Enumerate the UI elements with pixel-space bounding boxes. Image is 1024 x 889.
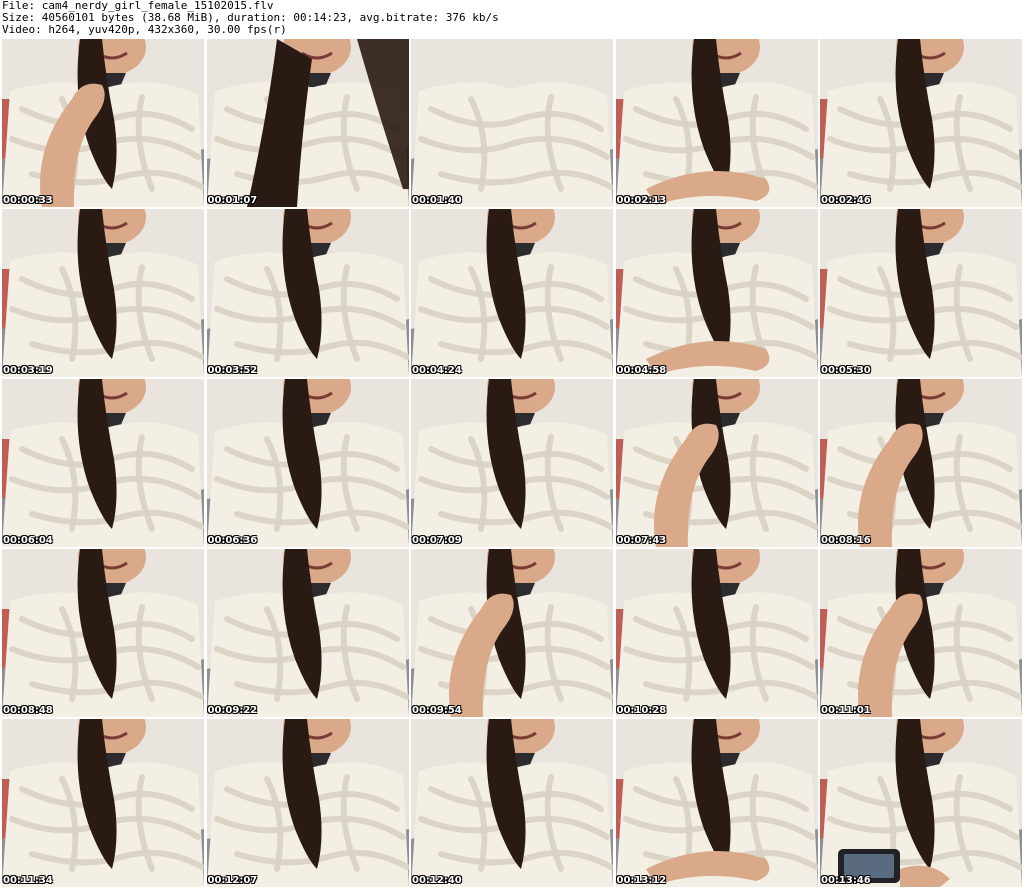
thumbnail-frame: 00:01:40 <box>411 39 613 207</box>
frame-image <box>615 39 818 207</box>
thumbnail-frame: 00:03:19 <box>2 209 204 377</box>
frame-image <box>206 209 409 377</box>
timestamp-label: 00:03:19 <box>3 365 53 376</box>
thumbnail-frame: 00:09:22 <box>206 549 409 717</box>
thumbnail-frame: 00:08:48 <box>2 549 204 717</box>
timestamp-label: 00:11:34 <box>3 875 53 886</box>
frame-image <box>820 379 1022 547</box>
frame-image <box>411 379 613 547</box>
thumbnail-frame: 00:06:36 <box>206 379 409 547</box>
timestamp-label: 00:12:40 <box>412 875 462 886</box>
frame-image <box>615 719 818 887</box>
frame-image <box>411 39 613 207</box>
frame-image <box>615 549 818 717</box>
timestamp-label: 00:08:16 <box>821 535 871 546</box>
frame-image <box>2 209 204 377</box>
timestamp-label: 00:09:54 <box>412 705 462 716</box>
thumbnail-frame: 00:01:07 <box>206 39 409 207</box>
frame-image <box>411 209 613 377</box>
timestamp-label: 00:10:28 <box>616 705 667 716</box>
frame-image <box>206 39 409 207</box>
frame-image <box>820 719 1022 887</box>
timestamp-label: 00:04:58 <box>616 365 667 376</box>
thumbnail-frame: 00:00:33 <box>2 39 204 207</box>
video-info-line: Video: h264, yuv420p, 432x360, 30.00 fps… <box>2 23 287 36</box>
timestamp-label: 00:06:36 <box>207 535 258 546</box>
timestamp-label: 00:01:07 <box>207 195 258 206</box>
thumbnail-frame: 00:13:46 <box>820 719 1022 887</box>
frame-image <box>615 379 818 547</box>
thumbnail-frame: 00:04:58 <box>615 209 818 377</box>
timestamp-label: 00:00:33 <box>3 195 53 206</box>
frame-image <box>820 209 1022 377</box>
frame-image <box>615 209 818 377</box>
thumbnail-frame: 00:07:09 <box>411 379 613 547</box>
file-info-header: File: cam4_nerdy_girl_female_15102015.fl… <box>2 0 1022 38</box>
frame-image <box>206 379 409 547</box>
thumbnail-frame: 00:05:30 <box>820 209 1022 377</box>
thumbnail-frame: 00:02:46 <box>820 39 1022 207</box>
frame-image <box>2 719 204 887</box>
frame-image <box>2 39 204 207</box>
timestamp-label: 00:04:24 <box>412 365 462 376</box>
frame-image <box>411 719 613 887</box>
frame-image <box>206 549 409 717</box>
thumbnail-grid: 00:00:33 00:01:07 00:01:40 00:02:13 00:02:46… <box>2 39 1022 887</box>
timestamp-label: 00:07:09 <box>412 535 462 546</box>
thumbnail-frame: 00:10:28 <box>615 549 818 717</box>
timestamp-label: 00:09:22 <box>207 705 258 716</box>
timestamp-label: 00:02:13 <box>616 195 667 206</box>
thumbnail-frame: 00:11:01 <box>820 549 1022 717</box>
frame-image <box>2 379 204 547</box>
timestamp-label: 00:07:43 <box>616 535 667 546</box>
thumbnail-frame: 00:07:43 <box>615 379 818 547</box>
frame-image <box>820 549 1022 717</box>
timestamp-label: 00:12:07 <box>207 875 258 886</box>
thumbnail-frame: 00:12:07 <box>206 719 409 887</box>
thumbnail-frame: 00:04:24 <box>411 209 613 377</box>
thumbnail-frame: 00:11:34 <box>2 719 204 887</box>
frame-image <box>411 549 613 717</box>
timestamp-label: 00:13:46 <box>821 875 871 886</box>
timestamp-label: 00:01:40 <box>412 195 462 206</box>
frame-image <box>206 719 409 887</box>
thumbnail-frame: 00:06:04 <box>2 379 204 547</box>
thumbnail-frame: 00:13:12 <box>615 719 818 887</box>
thumbnail-frame: 00:02:13 <box>615 39 818 207</box>
thumbnail-frame: 00:09:54 <box>411 549 613 717</box>
thumbnail-frame: 00:12:40 <box>411 719 613 887</box>
timestamp-label: 00:11:01 <box>821 705 871 716</box>
frame-image <box>820 39 1022 207</box>
frame-image <box>2 549 204 717</box>
timestamp-label: 00:06:04 <box>3 535 53 546</box>
timestamp-label: 00:03:52 <box>207 365 258 376</box>
thumbnail-frame: 00:03:52 <box>206 209 409 377</box>
timestamp-label: 00:05:30 <box>821 365 871 376</box>
timestamp-label: 00:13:12 <box>616 875 667 886</box>
thumbnail-frame: 00:08:16 <box>820 379 1022 547</box>
timestamp-label: 00:02:46 <box>821 195 871 206</box>
timestamp-label: 00:08:48 <box>3 705 53 716</box>
